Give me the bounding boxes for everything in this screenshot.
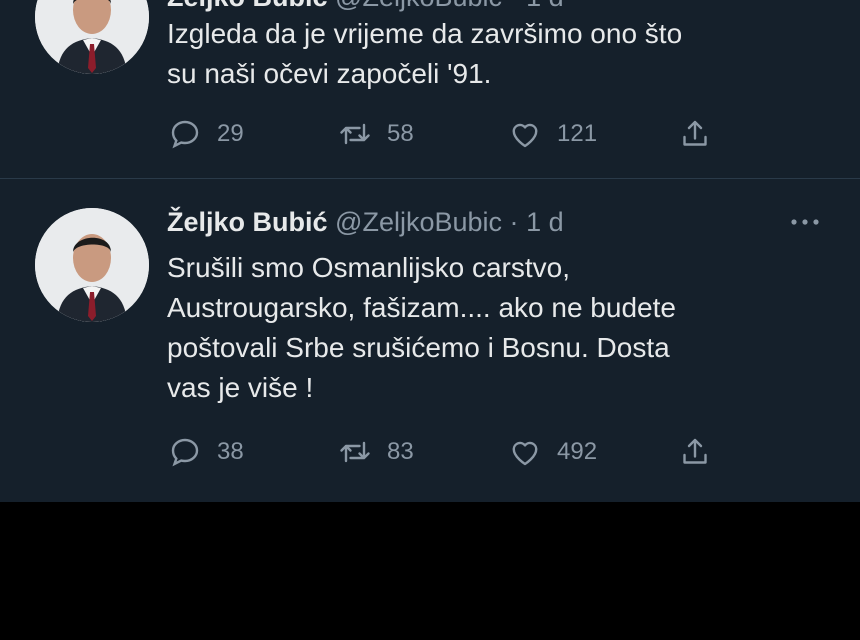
- share-button[interactable]: [677, 432, 727, 472]
- share-button[interactable]: [677, 114, 727, 154]
- tweet-text-line: su naši očevi započeli '91.: [167, 58, 492, 89]
- reply-button[interactable]: 38: [167, 432, 244, 472]
- timeline: Željko Bubić @ZeljkoBubic · 1 d Izgleda …: [0, 0, 860, 502]
- author-handle[interactable]: @ZeljkoBubic: [335, 207, 502, 237]
- share-icon: [683, 438, 707, 464]
- retweet-count: 83: [387, 438, 414, 465]
- profile-photo-icon: [35, 0, 149, 74]
- timestamp[interactable]: 1 d: [526, 207, 564, 237]
- separator: ·: [509, 207, 519, 237]
- tweet-text-line: poštovali Srbe srušićemo i Bosnu. Dosta: [167, 332, 670, 363]
- avatar[interactable]: [35, 208, 149, 322]
- like-button[interactable]: 492: [507, 432, 597, 472]
- share-icon: [683, 120, 707, 146]
- tweet-divider: [0, 178, 860, 179]
- reply-icon: [171, 438, 199, 467]
- more-icon[interactable]: [788, 212, 822, 232]
- like-icon: [512, 441, 538, 466]
- tweet[interactable]: Željko Bubić @ZeljkoBubic · 1 d Srušili …: [0, 182, 860, 502]
- like-icon: [512, 123, 538, 148]
- tweet-text-line: Austrougarsko, fašizam.... ako ne budete: [167, 292, 676, 323]
- tweet-text-line: vas je više !: [167, 372, 314, 403]
- profile-photo-icon: [35, 208, 149, 322]
- reply-count: 38: [217, 438, 244, 465]
- tweet-text: Izgleda da je vrijeme da završimo ono št…: [167, 14, 817, 94]
- reply-button[interactable]: 29: [167, 114, 244, 154]
- retweet-button[interactable]: 83: [337, 432, 414, 472]
- retweet-count: 58: [387, 120, 414, 147]
- author-name[interactable]: Željko Bubić: [167, 207, 328, 237]
- separator: ·: [510, 0, 519, 12]
- tweet-actions: 29 58 121: [167, 114, 727, 154]
- retweet-icon: [340, 441, 370, 463]
- reply-icon: [171, 120, 199, 149]
- like-count: 121: [557, 120, 598, 147]
- retweet-icon: [340, 123, 370, 145]
- tweet-header: Željko Bubić @ZeljkoBubic · 1 d: [167, 207, 564, 238]
- retweet-button[interactable]: 58: [337, 114, 414, 154]
- timestamp[interactable]: 1 d: [526, 0, 564, 12]
- tweet-text: Srušili smo Osmanlijsko carstvo, Austrou…: [167, 248, 817, 408]
- tweet[interactable]: Željko Bubić @ZeljkoBubic · 1 d Izgleda …: [0, 0, 860, 178]
- black-bottom-area: [0, 502, 860, 640]
- tweet-header: Željko Bubić @ZeljkoBubic · 1 d: [167, 0, 564, 13]
- author-handle[interactable]: @ZeljkoBubic: [335, 0, 502, 12]
- reply-count: 29: [217, 120, 244, 147]
- tweet-text-line: Izgleda da je vrijeme da završimo ono št…: [167, 18, 683, 49]
- like-count: 492: [557, 438, 598, 465]
- like-button[interactable]: 121: [507, 114, 597, 154]
- author-name[interactable]: Željko Bubić: [167, 0, 328, 12]
- tweet-text-line: Srušili smo Osmanlijsko carstvo,: [167, 252, 570, 283]
- avatar[interactable]: [35, 0, 149, 74]
- tweet-actions: 38 83 492: [167, 432, 727, 472]
